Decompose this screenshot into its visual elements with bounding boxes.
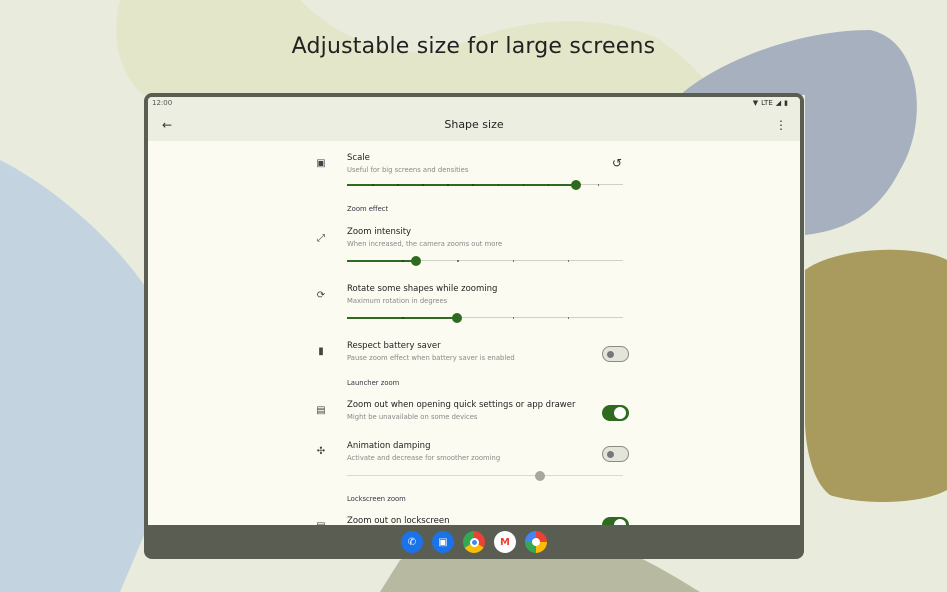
slider-tick	[447, 183, 449, 186]
network-label: LTE	[761, 99, 773, 107]
wifi-icon: ▼	[752, 99, 759, 107]
rotate-icon: ⟳	[316, 289, 326, 301]
slider-track	[347, 475, 623, 476]
chrome-app-icon[interactable]	[463, 531, 485, 553]
slider-thumb[interactable]	[535, 471, 546, 481]
scale-slider[interactable]	[347, 180, 623, 190]
rotate-subtitle: Maximum rotation in degrees	[347, 297, 448, 305]
slider-tick	[472, 183, 474, 186]
gmail-app-icon[interactable]: M	[494, 531, 516, 553]
slider-tick	[457, 259, 459, 262]
rotate-title: Rotate some shapes while zooming	[347, 284, 498, 294]
slider-tick	[422, 183, 424, 186]
damping-slider[interactable]	[347, 471, 623, 481]
battery-saver-subtitle: Pause zoom effect when battery saver is …	[347, 354, 515, 362]
battery-icon: ▮	[784, 99, 788, 107]
quick-settings-title: Zoom out when opening quick settings or …	[347, 400, 576, 410]
quick-settings-toggle[interactable]	[602, 405, 629, 421]
scale-title: Scale	[347, 153, 370, 163]
zoom-out-map-icon: ⤢	[317, 232, 325, 244]
status-time: 12:00	[152, 99, 173, 107]
slider-tick	[402, 316, 404, 319]
section-launcher-zoom: Launcher zoom	[347, 379, 400, 387]
setting-animation-damping: ✣ Animation damping Activate and decreas…	[314, 441, 634, 471]
damping-icon: ✣	[316, 445, 326, 457]
headline: Adjustable size for large screens	[291, 34, 656, 59]
phone-app-icon[interactable]: ✆	[401, 531, 423, 553]
setting-quick-settings: ▤ Zoom out when opening quick settings o…	[314, 400, 634, 430]
damping-toggle[interactable]	[602, 446, 629, 462]
dock: ✆ ▣ M	[144, 525, 804, 559]
zoom-intensity-subtitle: When increased, the camera zooms out mor…	[347, 240, 503, 248]
slider-tick	[567, 259, 570, 262]
app-screen: 12:00 ▼ LTE ◢ ▮ ← ⋮ Shape size ▣ Scale U…	[148, 97, 800, 525]
reset-icon[interactable]: ↺	[608, 154, 626, 172]
signal-icon: ◢	[775, 99, 782, 107]
slider-tick	[597, 183, 600, 186]
rotate-slider[interactable]	[347, 313, 623, 323]
slider-fill	[347, 259, 416, 262]
messages-app-icon[interactable]: ▣	[432, 531, 454, 553]
quick-settings-subtitle: Might be unavailable on some devices	[347, 413, 478, 421]
slider-tick	[547, 183, 550, 186]
phone-panel-icon: ▤	[316, 404, 326, 416]
zoom-intensity-title: Zoom intensity	[347, 227, 412, 237]
slider-thumb[interactable]	[452, 313, 463, 323]
battery-saver-toggle[interactable]	[602, 346, 629, 362]
slider-thumb[interactable]	[571, 180, 582, 190]
slider-tick	[372, 183, 374, 186]
slider-tick	[522, 183, 525, 186]
battery-saver-title: Respect battery saver	[347, 341, 441, 351]
slider-tick	[567, 316, 570, 319]
battery-saver-icon: ▮	[318, 345, 324, 357]
lockscreen-title: Zoom out on lockscreen	[347, 516, 450, 525]
slider-thumb[interactable]	[411, 256, 421, 266]
photos-app-icon[interactable]	[525, 531, 547, 553]
slider-tick	[402, 259, 404, 262]
slider-tick	[497, 183, 500, 186]
tablet-frame: 12:00 ▼ LTE ◢ ▮ ← ⋮ Shape size ▣ Scale U…	[144, 93, 804, 559]
zoom-intensity-slider[interactable]	[347, 256, 623, 266]
setting-battery-saver: ▮ Respect battery saver Pause zoom effec…	[314, 341, 634, 371]
slider-tick	[397, 183, 399, 186]
slider-fill	[347, 183, 577, 186]
slider-tick	[512, 259, 515, 262]
section-lockscreen-zoom: Lockscreen zoom	[347, 495, 406, 503]
section-zoom-effect: Zoom effect	[347, 205, 389, 213]
status-bar: 12:00 ▼ LTE ◢ ▮	[148, 97, 800, 109]
page-title: Shape size	[444, 118, 504, 131]
fit-screen-icon: ▣	[316, 157, 326, 169]
scale-subtitle: Useful for big screens and densities	[347, 166, 469, 174]
lockscreen-toggle[interactable]	[602, 517, 629, 525]
damping-subtitle: Activate and decrease for smoother zoomi…	[347, 454, 501, 462]
slider-tick	[512, 316, 515, 319]
damping-title: Animation damping	[347, 441, 431, 451]
setting-lockscreen: ▤ Zoom out on lockscreen	[314, 516, 634, 525]
settings-list: ▣ Scale Useful for big screens and densi…	[148, 141, 800, 525]
